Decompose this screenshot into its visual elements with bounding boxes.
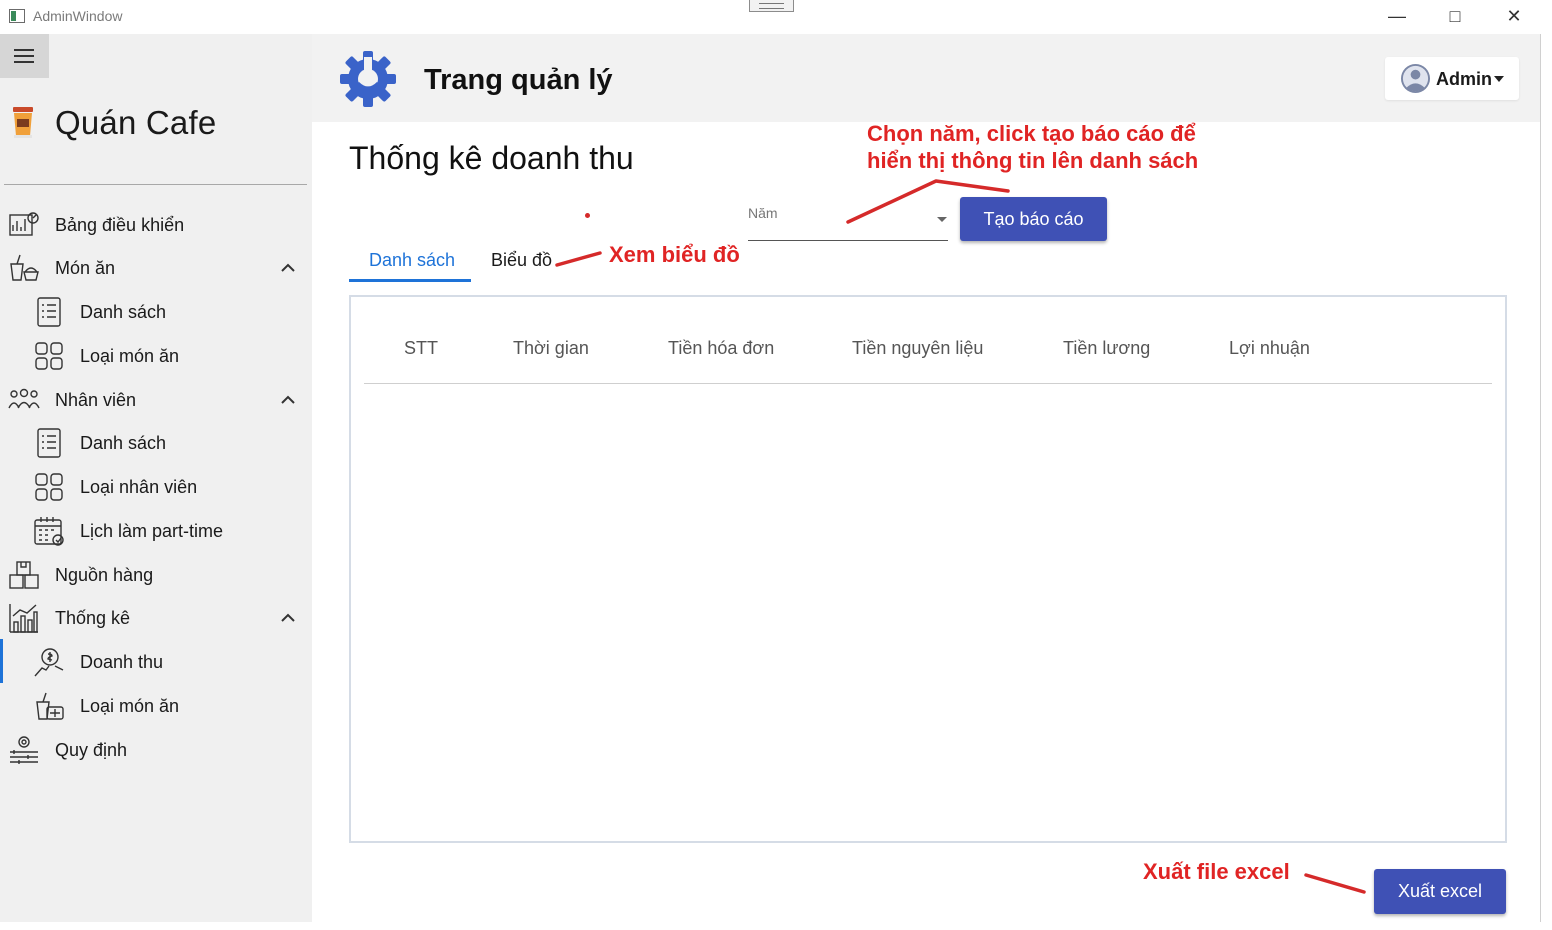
- sidebar-item-parttime-schedule[interactable]: Lịch làm part-time: [0, 511, 312, 551]
- chevron-up-icon[interactable]: [280, 263, 296, 273]
- user-name-label: Admin: [1436, 69, 1492, 89]
- sidebar-item-rules[interactable]: Quy định: [0, 730, 312, 770]
- list-icon: [37, 297, 61, 327]
- window-edge: [1540, 34, 1552, 922]
- hamburger-icon: [14, 49, 34, 51]
- revenue-table[interactable]: STT Thời gian Tiền hóa đơn Tiền nguyên l…: [349, 295, 1507, 843]
- food-icon: [10, 254, 39, 281]
- menu-toggle-button[interactable]: [0, 34, 49, 78]
- sidebar-item-label: Nguồn hàng: [55, 564, 154, 585]
- export-excel-button[interactable]: Xuất excel: [1374, 869, 1506, 914]
- year-field-underline: [748, 240, 948, 241]
- drag-grip-icon[interactable]: [749, 0, 794, 12]
- sidebar-item-food[interactable]: Món ăn: [0, 248, 312, 288]
- sidebar-item-label: Loại món ăn: [80, 345, 180, 366]
- app-window-icon: [9, 9, 25, 23]
- sidebar-item-food-categories[interactable]: Loại món ăn: [0, 336, 312, 376]
- sidebar-item-label: Danh sách: [80, 432, 167, 453]
- sidebar-item-employee-list[interactable]: Danh sách: [0, 423, 312, 463]
- sidebar-item-label: Doanh thu: [80, 651, 164, 672]
- coffee-cup-icon: [13, 107, 33, 138]
- sidebar-item-label: Loại món ăn: [80, 695, 180, 716]
- revenue-icon: [34, 648, 64, 677]
- page-title: Thống kê doanh thu: [349, 140, 634, 176]
- admin-window: AdminWindow — □ ✕ Quán Cafe Bảng điều kh…: [0, 0, 1552, 930]
- categories-icon: [35, 473, 63, 501]
- sidebar-item-food-list[interactable]: Danh sách: [0, 292, 312, 332]
- boxes-icon: [9, 561, 39, 589]
- sidebar: Quán Cafe Bảng điều khiển Món ăn Danh sá…: [0, 34, 312, 922]
- sidebar-item-label: Lịch làm part-time: [80, 520, 224, 541]
- maximize-button[interactable]: □: [1426, 0, 1484, 34]
- rules-icon: [10, 736, 38, 764]
- window-title: AdminWindow: [33, 8, 123, 24]
- chevron-up-icon[interactable]: [280, 613, 296, 623]
- annotation-export: Xuất file excel: [1143, 859, 1290, 884]
- sidebar-item-employees[interactable]: Nhân viên: [0, 380, 312, 420]
- sidebar-item-dashboard[interactable]: Bảng điều khiển: [0, 205, 312, 245]
- app-header: Trang quản lý Admin: [312, 34, 1540, 122]
- column-header-ingredients[interactable]: Tiền nguyên liệu: [852, 338, 983, 359]
- column-header-stt[interactable]: STT: [404, 338, 438, 359]
- table-header-divider: [364, 383, 1492, 384]
- sidebar-item-food-type-stats[interactable]: Loại món ăn: [0, 686, 312, 726]
- sidebar-item-label: Thống kê: [55, 607, 131, 628]
- user-avatar-icon: [1400, 63, 1431, 94]
- sidebar-item-label: Món ăn: [55, 257, 116, 278]
- minimize-button[interactable]: —: [1368, 0, 1426, 34]
- statistics-icon: [9, 604, 38, 633]
- dropdown-arrow-icon[interactable]: [937, 217, 947, 222]
- caret-down-icon: [1494, 76, 1504, 82]
- calendar-icon: [34, 517, 64, 546]
- active-tab-underline: [349, 279, 471, 282]
- close-button[interactable]: ✕: [1485, 0, 1543, 34]
- tab-chart[interactable]: Biểu đồ: [491, 250, 552, 271]
- food-type-icon: [36, 692, 64, 720]
- column-header-time[interactable]: Thời gian: [513, 338, 589, 359]
- dashboard-icon: [9, 212, 39, 236]
- sidebar-item-label: Bảng điều khiển: [55, 214, 185, 235]
- year-field-label: Năm: [748, 205, 778, 221]
- brand-name: Quán Cafe: [55, 104, 217, 141]
- title-bar: AdminWindow — □ ✕: [0, 0, 1552, 34]
- column-header-salary[interactable]: Tiền lương: [1063, 338, 1150, 359]
- sidebar-item-label: Danh sách: [80, 301, 167, 322]
- sidebar-item-label: Loại nhân viên: [80, 476, 198, 497]
- gear-wrench-logo-icon: [340, 51, 396, 107]
- list-icon: [37, 428, 61, 458]
- annotation-view-chart: Xem biểu đồ: [609, 242, 740, 267]
- sidebar-item-revenue[interactable]: Doanh thu: [0, 642, 312, 682]
- annotation-select-year-line1: Chọn năm, click tạo báo cáo để: [867, 121, 1196, 146]
- create-report-button[interactable]: Tạo báo cáo: [960, 197, 1107, 241]
- employees-icon: [8, 388, 40, 409]
- sidebar-item-employee-types[interactable]: Loại nhân viên: [0, 467, 312, 507]
- sidebar-item-label: Nhân viên: [55, 389, 137, 410]
- chevron-up-icon[interactable]: [280, 395, 296, 405]
- sidebar-divider: [4, 184, 307, 185]
- column-header-profit[interactable]: Lợi nhuận: [1229, 338, 1310, 359]
- categories-icon: [35, 342, 63, 370]
- user-menu-button[interactable]: Admin: [1385, 57, 1519, 100]
- tab-list[interactable]: Danh sách: [369, 250, 455, 271]
- sidebar-item-suppliers[interactable]: Nguồn hàng: [0, 555, 312, 595]
- annotation-dot: [585, 213, 590, 218]
- sidebar-item-statistics[interactable]: Thống kê: [0, 598, 312, 638]
- annotation-select-year-line2: hiển thị thông tin lên danh sách: [867, 148, 1199, 173]
- sidebar-item-label: Quy định: [55, 739, 128, 760]
- app-title: Trang quản lý: [424, 64, 613, 96]
- column-header-invoice[interactable]: Tiền hóa đơn: [668, 338, 774, 359]
